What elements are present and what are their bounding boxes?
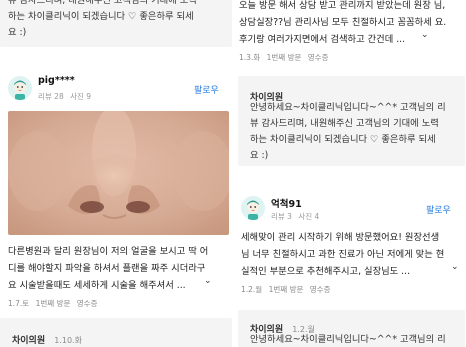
- review-photo[interactable]: [8, 111, 229, 235]
- receipt-label: 영수증: [309, 285, 331, 294]
- review-count: 리뷰 3: [271, 212, 292, 221]
- owner-reply-author: 차이의원: [12, 336, 46, 346]
- owner-reply-header: 차이의원 1.10.화: [12, 328, 82, 347]
- left-review-column: 뷰 감사드리며, 내원해주신 고객님의 기대에 노력 하는 차이클리닉이 되겠습…: [0, 0, 232, 347]
- reviewer-stats: 리뷰 28 사진 9: [38, 91, 95, 102]
- avatar[interactable]: [241, 196, 265, 220]
- follow-button[interactable]: 팔로우: [426, 203, 451, 216]
- reviewer-stats: 리뷰 3 사진 4: [271, 211, 323, 222]
- review-meta: 1.7.토 1번째 방문 영수증: [8, 298, 101, 309]
- review-date: 1.7.토: [8, 299, 30, 308]
- review-date: 1.2.월: [241, 285, 263, 294]
- chevron-down-icon[interactable]: ⌄: [204, 276, 212, 286]
- reviewer-name[interactable]: pig****: [38, 75, 75, 86]
- avatar[interactable]: [8, 76, 32, 100]
- nose-photo-image: [8, 111, 229, 235]
- review-text[interactable]: 다른병원과 달리 원장님이 저의 얼굴을 보시고 딱 어 디를 해야할지 파악을…: [8, 243, 232, 294]
- right-review-column: 오늘 방문 해서 상담 받고 관리까지 받았는데 원장 님, 상담실장??님 관…: [233, 0, 466, 347]
- review-meta: 1.3.화 1번째 방문 영수증: [239, 52, 332, 63]
- owner-reply-date: 1.10.화: [54, 336, 82, 345]
- avatar-icon: [241, 196, 265, 220]
- review-meta: 1.2.월 1번째 방문 영수증: [241, 284, 334, 295]
- receipt-label: 영수증: [76, 299, 98, 308]
- visit-count: 1번째 방문: [266, 53, 302, 62]
- review-date: 1.3.화: [239, 53, 261, 62]
- chevron-down-icon[interactable]: ⌄: [451, 262, 459, 272]
- visit-count: 1번째 방문: [35, 299, 71, 308]
- owner-reply: 차이의원 안녕하세요~차이클리닉입니다~^^* 고객님의 리 뷰 감사드리며, …: [238, 76, 465, 166]
- owner-reply: 차이의원 1.10.화: [0, 318, 232, 347]
- review-text[interactable]: 세해맞이 관리 시작하기 위해 방문했어요! 원장선생 님 너무 친절하시고 과…: [241, 229, 466, 280]
- owner-reply-text: 안녕하세요~차이클리닉입니다~^^* 고객님의 리: [250, 334, 446, 345]
- avatar-icon: [8, 76, 32, 100]
- receipt-label: 영수증: [307, 53, 329, 62]
- owner-reply: 뷰 감사드리며, 내원해주신 고객님의 기대에 노력 하는 차이클리닉이 되겠습…: [0, 0, 232, 47]
- visit-count: 1번째 방문: [268, 285, 304, 294]
- owner-reply-text: 안녕하세요~차이클리닉입니다~^^* 고객님의 리 뷰 감사드리며, 내원해주신…: [250, 102, 446, 161]
- reviewer-name[interactable]: 억척91: [271, 196, 302, 210]
- review-text[interactable]: 오늘 방문 해서 상담 받고 관리까지 받았는데 원장 님, 상담실장??님 관…: [239, 0, 465, 48]
- chevron-down-icon[interactable]: ⌄: [421, 30, 429, 40]
- owner-reply-text: 뷰 감사드리며, 내원해주신 고객님의 기대에 노력 하는 차이클리닉이 되겠습…: [8, 0, 197, 38]
- review-count: 리뷰 28: [38, 92, 64, 101]
- follow-button[interactable]: 팔로우: [194, 83, 219, 96]
- owner-reply: 차이의원 1.2.월 안녕하세요~차이클리닉입니다~^^* 고객님의 리: [238, 310, 465, 347]
- photo-count: 사진 4: [298, 212, 320, 221]
- photo-count: 사진 9: [70, 92, 92, 101]
